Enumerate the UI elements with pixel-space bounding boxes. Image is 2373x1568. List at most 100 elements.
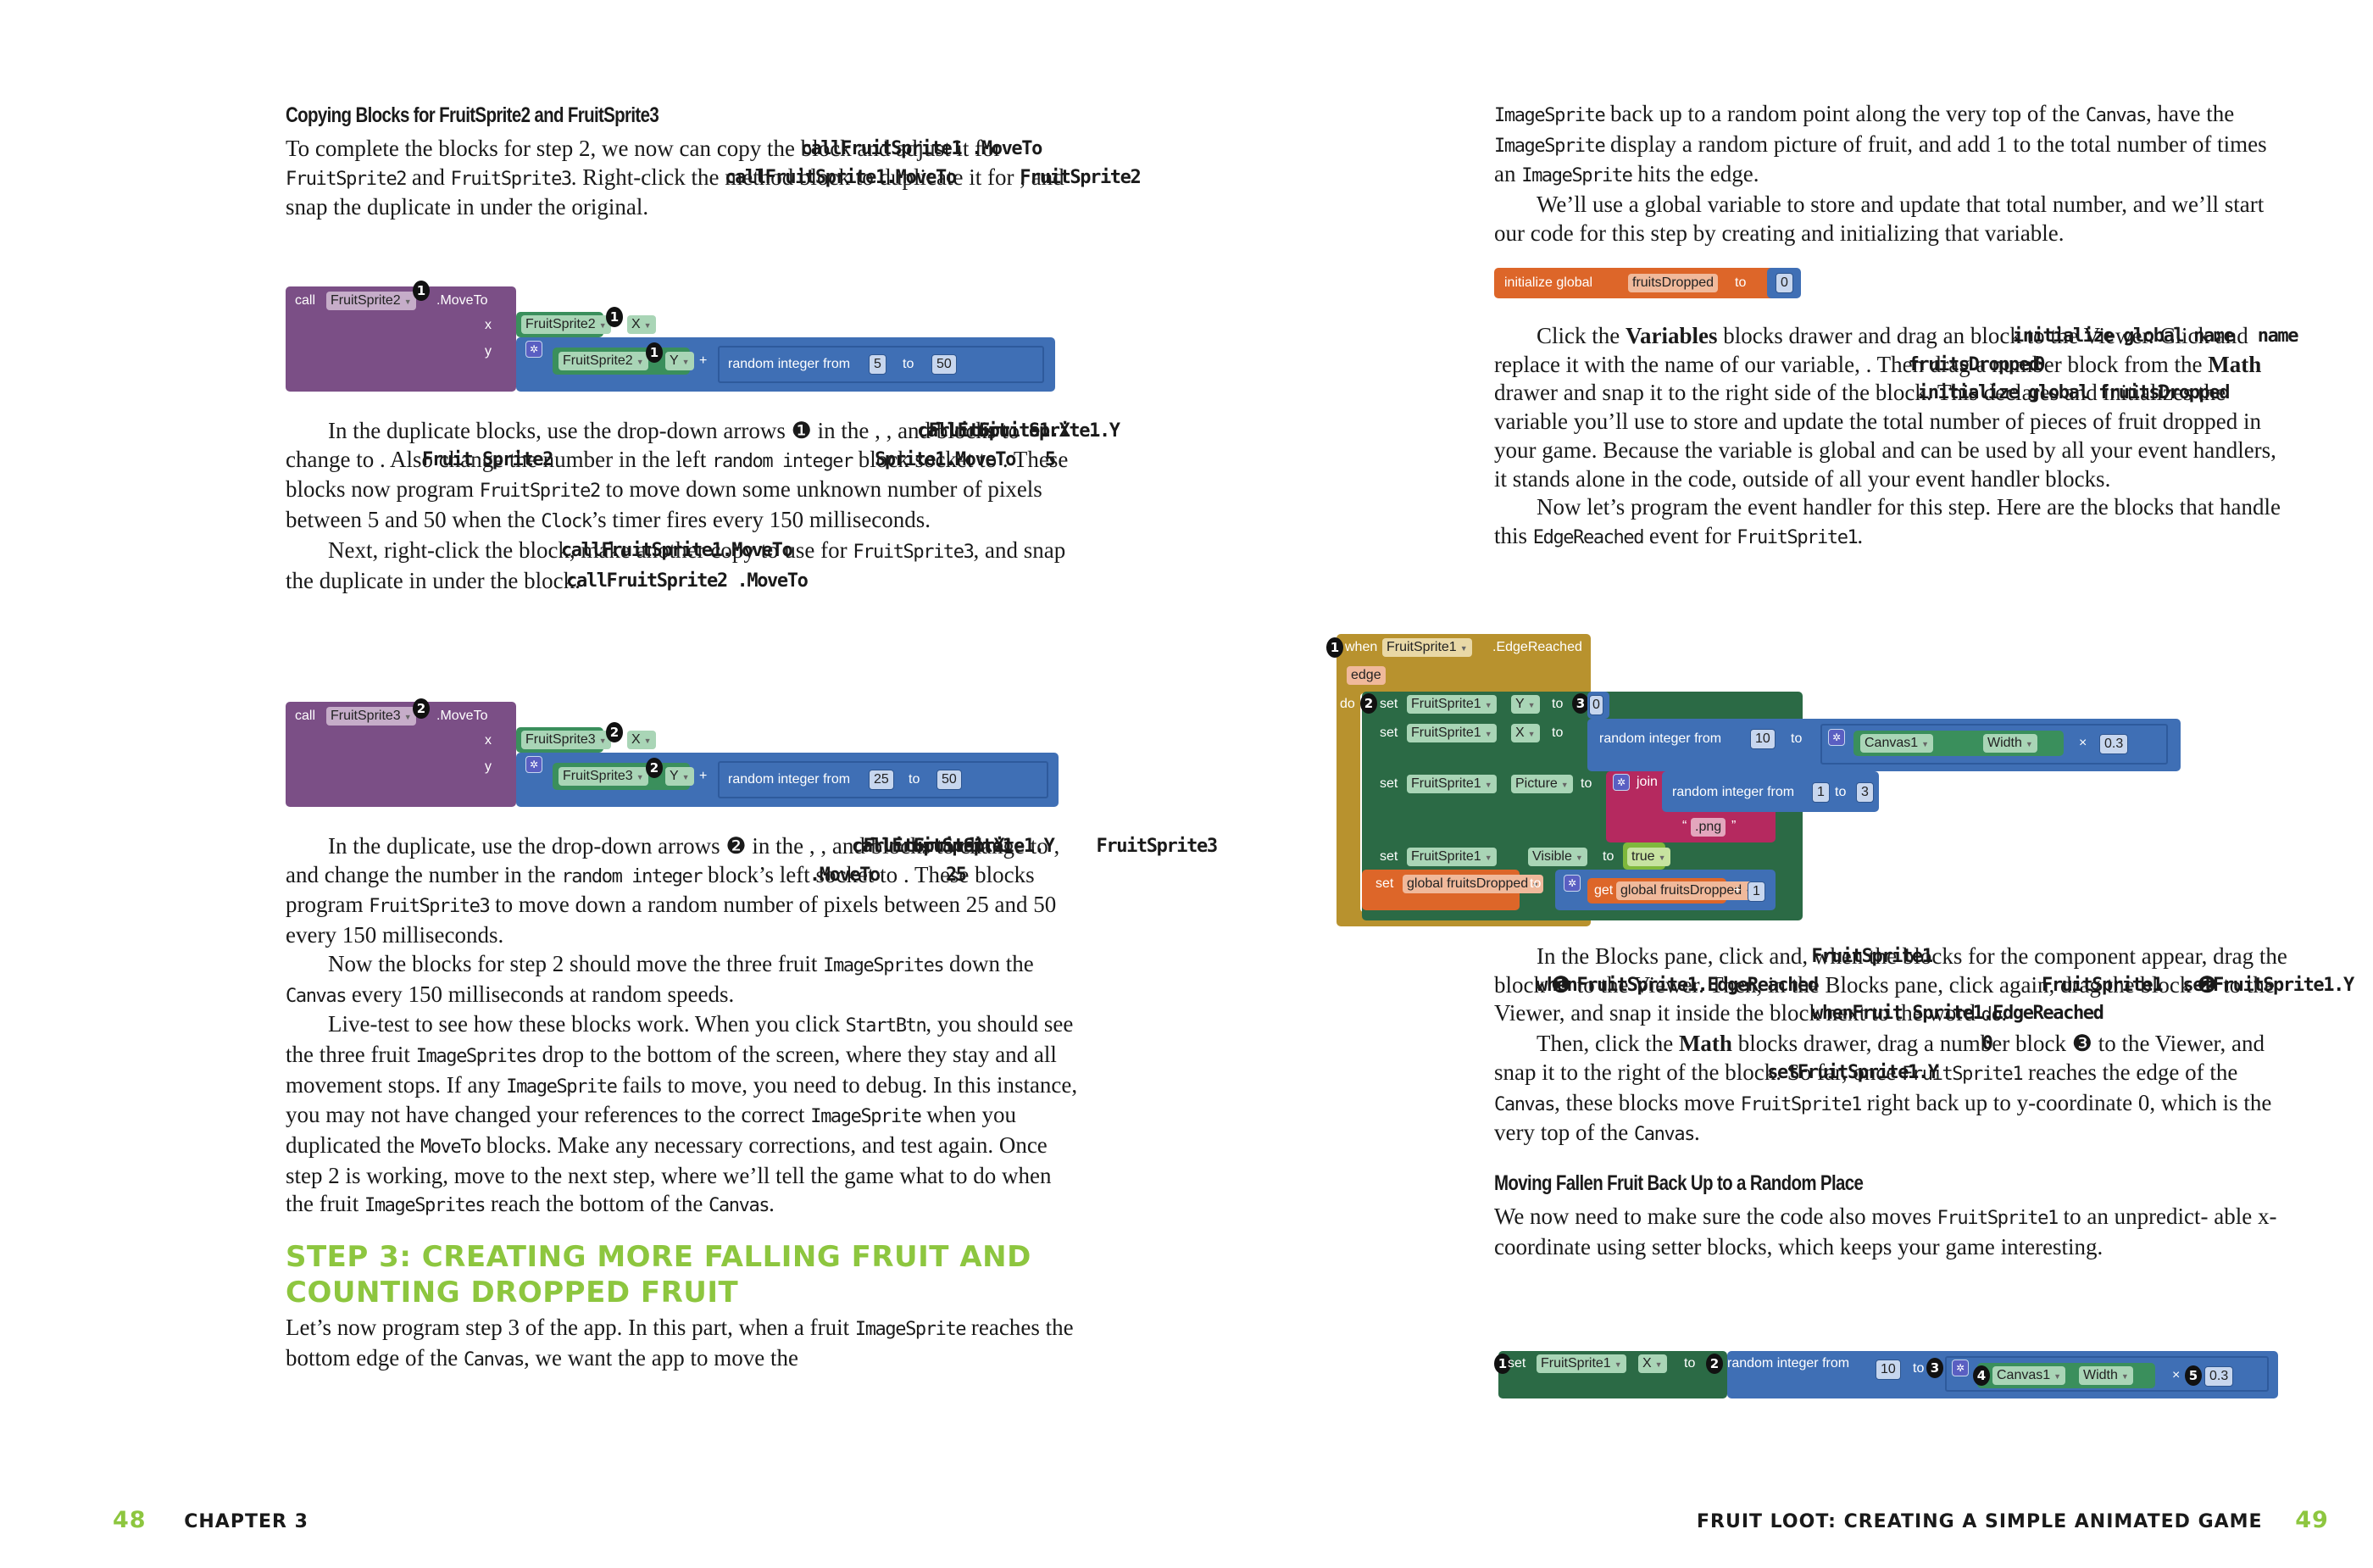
callout-marker: 1 bbox=[606, 307, 623, 327]
random-from-number[interactable]: 5 bbox=[869, 354, 886, 375]
page-number: 48 bbox=[113, 1507, 147, 1533]
component-dropdown[interactable]: FruitSprite3 ▼ bbox=[326, 707, 416, 726]
random-to-number[interactable]: 50 bbox=[936, 770, 962, 790]
gear-icon[interactable]: ✲ bbox=[525, 341, 542, 358]
paragraph-math-drawer: Then, click the Math blocks drawer, drag… bbox=[1494, 1031, 2272, 1146]
component-dropdown[interactable]: FruitSprite1 ▼ bbox=[1537, 1354, 1626, 1373]
component-dropdown[interactable]: FruitSprite2 ▼ bbox=[326, 292, 416, 310]
canvas-prop-dropdown[interactable]: Width ▼ bbox=[2079, 1366, 2133, 1385]
component-dropdown[interactable]: FruitSprite1 ▼ bbox=[1407, 695, 1497, 714]
getter-prop-dropdown[interactable]: X ▼ bbox=[627, 315, 656, 334]
text-string-field[interactable]: .png bbox=[1691, 818, 1726, 837]
paragraph-copy-intro: To complete the blocks for step 2, we no… bbox=[286, 136, 1142, 220]
property-dropdown[interactable]: X ▼ bbox=[1638, 1354, 1667, 1373]
getter-component-dropdown[interactable]: FruitSprite3 ▼ bbox=[559, 767, 648, 786]
getter-prop-dropdown[interactable]: Y ▼ bbox=[665, 767, 694, 786]
callout-marker: 1 bbox=[1326, 637, 1343, 658]
callout-marker: 2 bbox=[1360, 693, 1377, 714]
number-value[interactable]: 0 bbox=[1776, 273, 1793, 293]
random-to-number[interactable]: 50 bbox=[931, 354, 957, 375]
event-name-label: .EdgeReached bbox=[1492, 640, 1582, 654]
edge-reached-event-block[interactable]: 1 when FruitSprite1 ▼ .EdgeReached edge d… bbox=[1326, 634, 2181, 931]
paragraph-step2-summary: Now the blocks for step 2 should move th… bbox=[286, 950, 1034, 1007]
when-label: when bbox=[1345, 640, 1378, 654]
call-label: call bbox=[295, 709, 316, 723]
to-label: to bbox=[1581, 776, 1592, 791]
random-to-number[interactable]: 3 bbox=[1856, 782, 1874, 803]
callout-marker: 1 bbox=[413, 281, 430, 301]
gear-icon[interactable]: ✲ bbox=[1613, 774, 1630, 791]
component-dropdown[interactable]: FruitSprite1 ▼ bbox=[1407, 724, 1497, 742]
number-value[interactable]: 0 bbox=[1589, 695, 1603, 715]
paragraph-live-test: Live-test to see how these blocks work. … bbox=[286, 1011, 1078, 1217]
set-label: set bbox=[1375, 876, 1394, 891]
left-column-2: In the duplicate blocks, use the drop-do… bbox=[286, 417, 1120, 595]
gear-icon[interactable]: ✲ bbox=[1952, 1359, 1969, 1376]
set-x-random-block[interactable]: 1 set FruitSprite1 ▼ X ▼ to 2 random integ… bbox=[1494, 1349, 2308, 1404]
right-footer: FRUIT LOOT: CREATING A SIMPLE ANIMATED G… bbox=[1697, 1507, 2329, 1533]
to-label: to bbox=[1684, 1356, 1696, 1371]
boolean-dropdown[interactable]: true ▼ bbox=[1627, 848, 1670, 866]
multiplier-number[interactable]: 0.3 bbox=[2099, 734, 2129, 754]
paragraph-duplicate-fruitsprite3: In the duplicate, use the drop-down arro… bbox=[286, 833, 1218, 948]
x-socket-label: x bbox=[485, 318, 492, 332]
times-operator: × bbox=[2079, 736, 2087, 750]
property-dropdown[interactable]: Y ▼ bbox=[1511, 695, 1540, 714]
variable-name-field[interactable]: fruitsDropped bbox=[1628, 274, 1719, 292]
to-label: to bbox=[1835, 785, 1847, 799]
canvas-dropdown[interactable]: Canvas1 ▼ bbox=[1860, 734, 1934, 753]
getter-prop-dropdown[interactable]: X ▼ bbox=[627, 731, 656, 749]
canvas-prop-dropdown[interactable]: Width ▼ bbox=[1983, 734, 2037, 753]
multiplier-number[interactable]: 0.3 bbox=[2204, 1366, 2234, 1387]
gear-icon[interactable]: ✲ bbox=[1564, 875, 1581, 892]
getter-prop-dropdown[interactable]: Y ▼ bbox=[665, 352, 694, 370]
random-from-number[interactable]: 25 bbox=[869, 770, 894, 790]
property-dropdown[interactable]: Picture ▼ bbox=[1511, 775, 1573, 793]
component-dropdown[interactable]: FruitSprite1 ▼ bbox=[1407, 775, 1497, 793]
x-socket-label: x bbox=[485, 733, 492, 748]
set-label: set bbox=[1508, 1356, 1526, 1371]
paragraph-global-variable: We’ll use a global variable to store and… bbox=[1494, 192, 2265, 246]
to-label: to bbox=[1552, 726, 1564, 740]
canvas-dropdown[interactable]: Canvas1 ▼ bbox=[1992, 1366, 2066, 1385]
event-param-edge[interactable]: edge bbox=[1347, 666, 1386, 685]
right-page: ImageSprite back up to a random point al… bbox=[1186, 0, 2373, 1568]
to-label: to bbox=[1791, 731, 1803, 746]
plus-operator: + bbox=[1733, 883, 1742, 898]
y-socket-label: y bbox=[485, 759, 492, 774]
paragraph-next-copy: Next, right-click the callFruitSprite1.M… bbox=[286, 537, 1066, 593]
paragraph-duplicate-blocks: In the duplicate blocks, use the drop-do… bbox=[286, 418, 1120, 533]
callout-marker: 2 bbox=[1706, 1354, 1723, 1374]
random-integer-label: random integer from bbox=[1599, 731, 1722, 746]
initialize-global-block[interactable]: initialize global fruitsDropped to 0 bbox=[1494, 268, 1833, 302]
random-from-number[interactable]: 10 bbox=[1750, 729, 1776, 749]
property-dropdown[interactable]: Visible ▼ bbox=[1528, 848, 1587, 866]
section-heading-copying-blocks: Copying Blocks for FruitSprite2 and Frui… bbox=[286, 103, 659, 127]
getter-component-dropdown[interactable]: FruitSprite2 ▼ bbox=[559, 352, 648, 370]
property-dropdown[interactable]: X ▼ bbox=[1511, 724, 1540, 742]
to-label: to bbox=[1603, 849, 1614, 864]
callout-marker: 3 bbox=[1572, 693, 1589, 714]
component-dropdown[interactable]: FruitSprite1 ▼ bbox=[1382, 638, 1472, 657]
do-label: do bbox=[1340, 697, 1355, 711]
random-integer-label: random integer from bbox=[1727, 1356, 1850, 1371]
paragraph-continuation: ImageSprite back up to a random point al… bbox=[1494, 101, 2267, 187]
callout-marker: 2 bbox=[646, 758, 663, 778]
gear-icon[interactable]: ✲ bbox=[525, 756, 542, 773]
getter-component-dropdown[interactable]: FruitSprite2 ▼ bbox=[521, 315, 611, 334]
gear-icon[interactable]: ✲ bbox=[1828, 729, 1845, 746]
random-from-number[interactable]: 10 bbox=[1876, 1359, 1901, 1380]
page-number: 49 bbox=[2295, 1507, 2329, 1533]
set-label: set bbox=[1380, 849, 1398, 864]
chapter-title: FRUIT LOOT: CREATING A SIMPLE ANIMATED G… bbox=[1697, 1511, 2263, 1532]
right-column-2: Click the Variables blocks drawer and dr… bbox=[1494, 322, 2299, 553]
getter-component-dropdown[interactable]: FruitSprite3 ▼ bbox=[521, 731, 611, 749]
random-from-number[interactable]: 1 bbox=[1812, 782, 1830, 803]
component-dropdown[interactable]: FruitSprite1 ▼ bbox=[1407, 848, 1497, 866]
increment-number[interactable]: 1 bbox=[1748, 881, 1765, 902]
moveto-block-fruitsprite3[interactable]: call FruitSprite3 ▼ 2 .MoveTo x y FruitSp… bbox=[286, 698, 1059, 809]
variable-dropdown[interactable]: global fruitsDropped▼ bbox=[1403, 875, 1544, 893]
moveto-block-fruitsprite2[interactable]: call FruitSprite2 ▼ 1 .MoveTo x y FruitSp… bbox=[286, 281, 1057, 393]
initialize-global-label: initialize global bbox=[1504, 275, 1593, 290]
call-label: call bbox=[295, 293, 316, 308]
